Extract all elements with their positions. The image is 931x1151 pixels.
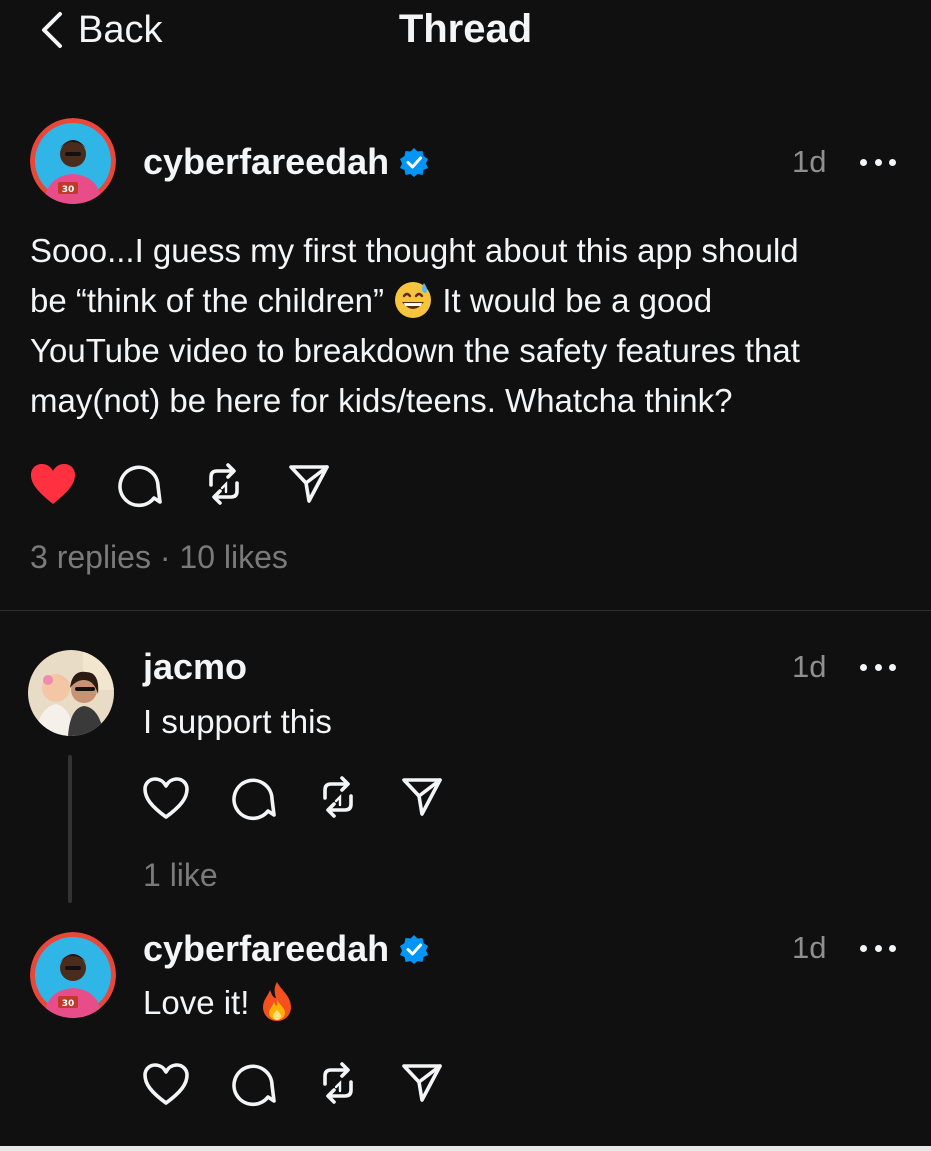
username: jacmo (143, 646, 248, 687)
more-icon[interactable] (860, 156, 896, 168)
heart-icon[interactable] (141, 775, 191, 821)
reply-stats[interactable]: 1 like (143, 855, 218, 895)
verified-badge-icon (400, 935, 429, 964)
share-icon[interactable] (400, 776, 444, 818)
fire-icon (262, 982, 291, 1021)
verified-badge-icon (400, 148, 429, 177)
share-icon[interactable] (400, 1062, 444, 1104)
comment-icon[interactable] (230, 1061, 276, 1107)
more-icon[interactable] (860, 661, 896, 673)
svg-text:30: 30 (62, 999, 75, 1009)
thread-line (68, 755, 72, 903)
post-text-line: YouTube video to breakdown the safety fe… (30, 332, 800, 369)
username: cyberfareedah (143, 141, 390, 182)
reply-text-segment: Love it! (143, 984, 250, 1021)
back-button[interactable]: Back (38, 8, 162, 52)
comment-icon[interactable] (116, 462, 162, 508)
avatar[interactable] (28, 650, 114, 736)
avatar[interactable]: 30 (30, 118, 116, 204)
back-label: Back (78, 9, 163, 51)
post-text-segment: It would be a good (442, 282, 713, 319)
svg-text:30: 30 (62, 185, 75, 195)
post-text: Sooo...I guess my first thought about th… (30, 226, 910, 426)
bottom-edge (0, 1146, 931, 1151)
post-text-segment: be “think of the children” (30, 282, 385, 319)
username: cyberfareedah (143, 928, 390, 969)
repost-icon[interactable] (201, 461, 247, 507)
repost-icon[interactable] (315, 1060, 361, 1106)
reply-time: 1d (792, 649, 827, 684)
post-text-line: may(not) be here for kids/teens. Whatcha… (30, 382, 733, 419)
comment-icon[interactable] (230, 775, 276, 821)
reply-author[interactable]: jacmo (143, 646, 247, 688)
repost-icon[interactable] (315, 774, 361, 820)
heart-icon[interactable] (28, 461, 78, 507)
post-author[interactable]: cyberfareedah (143, 141, 429, 183)
reply-author[interactable]: cyberfareedah (143, 928, 429, 970)
post-stats[interactable]: 3 replies · 10 likes (30, 537, 288, 577)
post-time: 1d (792, 144, 827, 179)
grinning-face-with-sweat-icon (395, 282, 432, 318)
post-text-line: Sooo...I guess my first thought about th… (30, 232, 799, 269)
reply-text: I support this (143, 703, 332, 740)
avatar[interactable]: 30 (30, 932, 116, 1018)
chevron-left-icon (42, 12, 62, 48)
post-text-line: be “think of the children” It would be a… (30, 276, 910, 326)
share-icon[interactable] (287, 463, 331, 505)
heart-icon[interactable] (141, 1061, 191, 1107)
reply-time: 1d (792, 930, 827, 965)
more-icon[interactable] (860, 942, 896, 954)
reply-text: Love it! (143, 978, 295, 1028)
divider (0, 610, 931, 611)
